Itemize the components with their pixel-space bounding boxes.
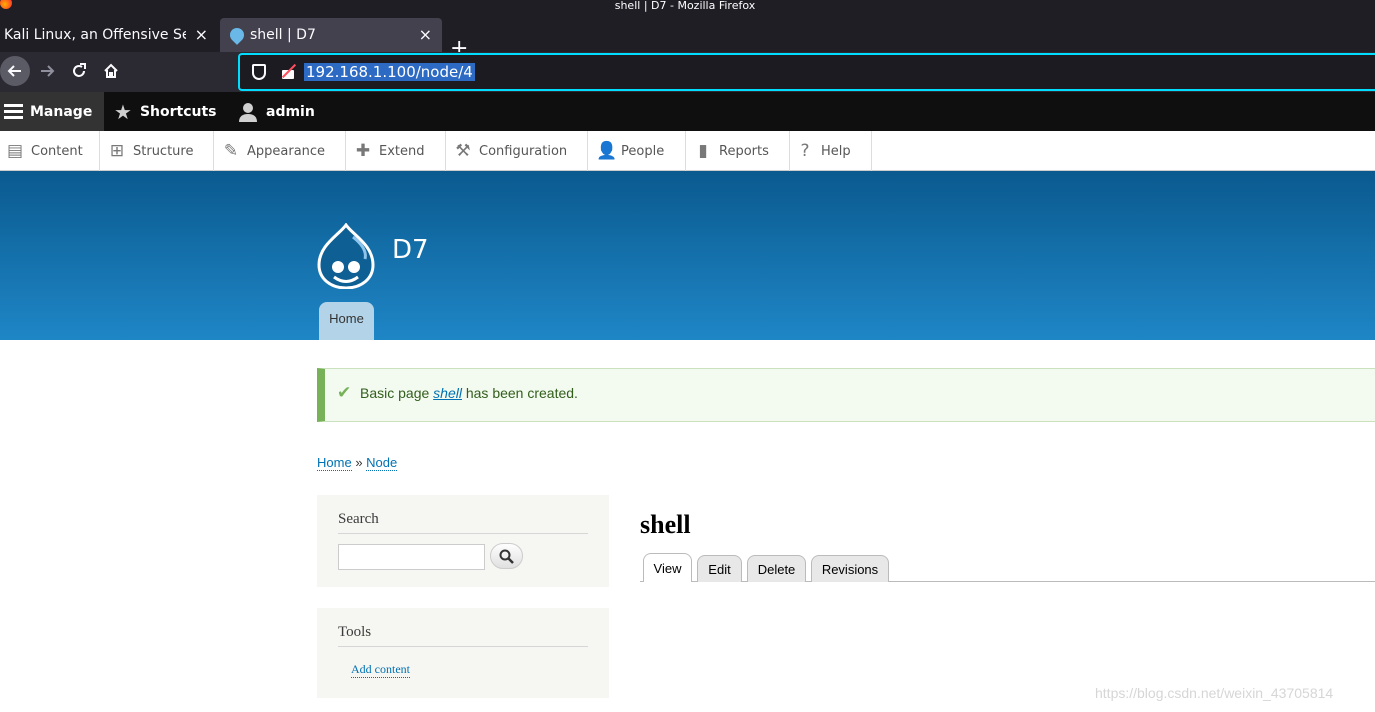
tray-item-label: Reports bbox=[719, 143, 769, 159]
window-title: shell | D7 - Mozilla Firefox bbox=[614, 0, 756, 12]
search-icon bbox=[499, 549, 514, 564]
drupal-logo-icon[interactable] bbox=[317, 223, 375, 289]
tray-item-content[interactable]: ▤ Content bbox=[0, 131, 100, 171]
tab-strip: Kali Linux, an Offensive Security × shel… bbox=[0, 16, 1375, 60]
site-name[interactable]: D7 bbox=[392, 235, 429, 265]
user-label: admin bbox=[266, 103, 315, 120]
page-title: shell bbox=[640, 510, 691, 539]
browser-tab-shell[interactable]: shell | D7 × bbox=[220, 18, 442, 52]
tray-item-label: People bbox=[621, 143, 665, 159]
status-message: ✔ Basic page shell has been created. bbox=[317, 368, 1375, 422]
tray-item-appearance[interactable]: ✎ Appearance bbox=[214, 131, 346, 171]
paint-brush-icon: ✎ bbox=[223, 141, 239, 161]
search-button[interactable] bbox=[490, 543, 523, 569]
home-button[interactable] bbox=[96, 56, 126, 86]
arrow-right-icon bbox=[41, 65, 55, 77]
status-prefix: Basic page bbox=[360, 385, 430, 401]
tray-item-configuration[interactable]: ⚒ Configuration bbox=[446, 131, 588, 171]
status-node-link[interactable]: shell bbox=[433, 385, 462, 401]
tray-item-reports[interactable]: ▮ Reports bbox=[686, 131, 790, 171]
reload-button[interactable] bbox=[64, 56, 94, 86]
wrench-icon: ⚒ bbox=[455, 141, 471, 161]
main-menu-home-tab[interactable]: Home bbox=[319, 302, 374, 340]
help-icon: ? bbox=[800, 141, 810, 161]
bar-chart-icon: ▮ bbox=[698, 141, 708, 161]
browser-tab-kali[interactable]: Kali Linux, an Offensive Security × bbox=[0, 18, 218, 52]
user-icon bbox=[239, 102, 257, 122]
tray-item-label: Content bbox=[31, 143, 83, 159]
tray-item-label: Extend bbox=[379, 143, 425, 159]
manage-button[interactable]: Manage bbox=[0, 92, 104, 131]
tray-item-label: Structure bbox=[133, 143, 194, 159]
status-text: Basic page shell has been created. bbox=[360, 385, 578, 401]
tab-view[interactable]: View bbox=[643, 553, 692, 582]
firefox-icon bbox=[0, 0, 12, 9]
search-input[interactable] bbox=[338, 544, 485, 570]
tray-item-structure[interactable]: ⊞ Structure bbox=[100, 131, 214, 171]
breadcrumb-home-link[interactable]: Home bbox=[317, 455, 352, 471]
close-icon[interactable]: × bbox=[195, 25, 208, 44]
admin-toolbar: Manage ★ Shortcuts admin bbox=[0, 92, 1375, 131]
tools-block: Tools Add content bbox=[317, 608, 609, 698]
hamburger-icon bbox=[4, 103, 23, 120]
watermark: https://blog.csdn.net/weixin_43705814 bbox=[1095, 685, 1334, 701]
node-tabs: View Edit Delete Revisions bbox=[640, 553, 1375, 582]
back-button[interactable] bbox=[0, 56, 30, 86]
tray-item-label: Configuration bbox=[479, 143, 568, 159]
reload-icon bbox=[73, 63, 86, 77]
star-icon: ★ bbox=[114, 99, 132, 124]
user-button[interactable]: admin bbox=[238, 92, 315, 131]
site-header: D7 Home bbox=[0, 171, 1375, 340]
arrow-left-icon bbox=[7, 65, 21, 77]
window-titlebar: shell | D7 - Mozilla Firefox bbox=[0, 0, 1375, 16]
sitemap-icon: ⊞ bbox=[109, 141, 125, 161]
admin-menu-tray: ▤ Content ⊞ Structure ✎ Appearance ✚ Ext… bbox=[0, 131, 1375, 171]
tray-item-extend[interactable]: ✚ Extend bbox=[346, 131, 446, 171]
search-block-title: Search bbox=[338, 511, 588, 534]
tab-title: Kali Linux, an Offensive Security bbox=[4, 27, 186, 43]
breadcrumb: Home » Node bbox=[317, 455, 398, 471]
tab-title: shell | D7 bbox=[250, 27, 316, 43]
home-icon bbox=[104, 63, 118, 78]
shield-icon[interactable] bbox=[252, 64, 266, 80]
status-suffix: has been created. bbox=[465, 385, 578, 401]
url-text[interactable]: 192.168.1.100/node/4 bbox=[304, 63, 475, 81]
breadcrumb-separator: » bbox=[355, 455, 363, 470]
shortcuts-button[interactable]: ★ Shortcuts bbox=[114, 92, 217, 131]
search-block: Search bbox=[317, 495, 609, 587]
tray-item-label: Help bbox=[821, 143, 851, 159]
tools-block-title: Tools bbox=[338, 624, 588, 647]
insecure-lock-icon[interactable] bbox=[281, 63, 297, 81]
close-icon[interactable]: × bbox=[419, 25, 432, 44]
file-icon: ▤ bbox=[6, 141, 24, 161]
tab-revisions[interactable]: Revisions bbox=[811, 555, 889, 582]
tray-item-people[interactable]: 👤 People bbox=[588, 131, 686, 171]
people-icon: 👤 bbox=[596, 141, 618, 161]
tab-delete[interactable]: Delete bbox=[747, 555, 806, 582]
tab-edit[interactable]: Edit bbox=[697, 555, 742, 582]
tray-item-label: Appearance bbox=[247, 143, 326, 159]
forward-button[interactable] bbox=[32, 56, 62, 86]
address-bar[interactable]: 192.168.1.100/node/4 bbox=[238, 53, 1375, 91]
puzzle-icon: ✚ bbox=[355, 141, 371, 161]
add-content-link[interactable]: Add content bbox=[351, 662, 410, 678]
breadcrumb-node-link[interactable]: Node bbox=[366, 455, 398, 471]
tray-item-help[interactable]: ? Help bbox=[790, 131, 872, 171]
manage-label: Manage bbox=[30, 103, 93, 120]
shortcuts-label: Shortcuts bbox=[139, 103, 217, 120]
navigation-bar: 192.168.1.100/node/4 bbox=[0, 52, 1375, 92]
check-icon: ✔ bbox=[337, 383, 352, 403]
